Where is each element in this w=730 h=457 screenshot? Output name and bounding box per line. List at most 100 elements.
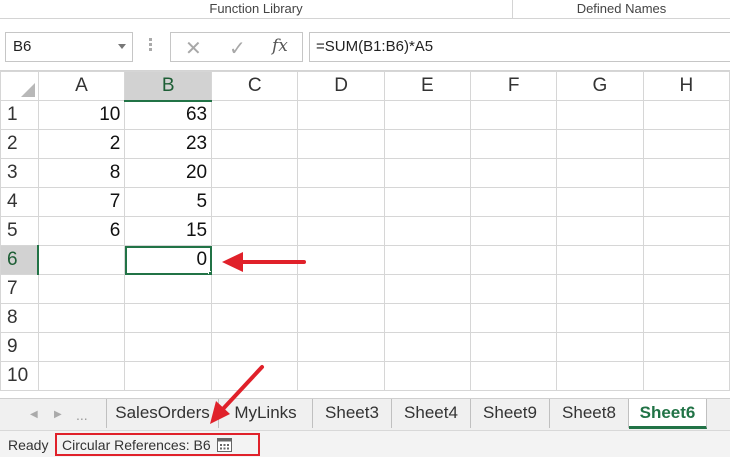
cell[interactable] (470, 303, 558, 333)
cell[interactable] (37, 332, 126, 362)
cell[interactable] (642, 303, 730, 333)
cell[interactable] (297, 158, 385, 188)
cell[interactable] (383, 100, 472, 130)
cell[interactable] (37, 303, 126, 333)
cell[interactable] (383, 274, 472, 304)
cell-b5[interactable]: 15 (124, 216, 213, 246)
insert-function-icon[interactable]: fx (272, 36, 288, 56)
column-header-c[interactable]: C (211, 71, 299, 101)
row-header[interactable]: 7 (0, 274, 39, 304)
active-cell-b6[interactable]: 0 (124, 245, 213, 275)
row-header[interactable]: 5 (0, 216, 39, 246)
cell[interactable] (470, 129, 558, 159)
cell[interactable] (470, 187, 558, 217)
cell[interactable] (556, 129, 644, 159)
row-header[interactable]: 1 (0, 100, 39, 130)
column-header-f[interactable]: F (470, 71, 558, 101)
cell[interactable] (297, 361, 385, 391)
cell-b3[interactable]: 20 (124, 158, 213, 188)
cell[interactable] (124, 332, 213, 362)
cell[interactable] (556, 332, 644, 362)
select-all-corner[interactable] (0, 71, 39, 101)
cell[interactable] (211, 361, 299, 391)
cell[interactable] (556, 361, 644, 391)
fill-handle[interactable] (208, 271, 211, 274)
tab-sheet9[interactable]: Sheet9 (471, 399, 550, 428)
tab-salesorders[interactable]: SalesOrders (106, 399, 219, 428)
cell[interactable] (211, 303, 299, 333)
cell-a5[interactable]: 6 (37, 216, 126, 246)
circular-reference-status[interactable]: Circular References: B6 (55, 433, 260, 456)
cell[interactable] (37, 274, 126, 304)
cell-a2[interactable]: 2 (37, 129, 126, 159)
column-header-b[interactable]: B (124, 71, 213, 102)
tab-sheet3[interactable]: Sheet3 (313, 399, 392, 428)
cell[interactable] (297, 303, 385, 333)
cell[interactable] (124, 361, 213, 391)
cell[interactable] (383, 129, 472, 159)
cell[interactable] (642, 129, 730, 159)
cell[interactable] (211, 158, 299, 188)
cell[interactable] (470, 274, 558, 304)
cell[interactable] (556, 216, 644, 246)
tab-sheet4[interactable]: Sheet4 (392, 399, 471, 428)
cell[interactable] (297, 187, 385, 217)
cell[interactable] (124, 274, 213, 304)
cell[interactable] (642, 361, 730, 391)
cell-a4[interactable]: 7 (37, 187, 126, 217)
cell[interactable] (211, 332, 299, 362)
cell[interactable] (37, 361, 126, 391)
cell[interactable] (556, 100, 644, 130)
column-header-g[interactable]: G (556, 71, 644, 101)
row-header[interactable]: 10 (0, 361, 39, 391)
cell-a3[interactable]: 8 (37, 158, 126, 188)
formula-input[interactable]: =SUM(B1:B6)*A5 (309, 32, 730, 62)
cell-a1[interactable]: 10 (37, 100, 126, 130)
row-header[interactable]: 8 (0, 303, 39, 333)
cell[interactable] (297, 216, 385, 246)
cell[interactable] (642, 187, 730, 217)
cell[interactable] (211, 216, 299, 246)
cell[interactable] (470, 216, 558, 246)
cell[interactable] (470, 245, 558, 275)
cell[interactable] (297, 100, 385, 130)
cell[interactable] (556, 274, 644, 304)
row-header[interactable]: 4 (0, 187, 39, 217)
tab-ellipsis[interactable]: ... (76, 407, 88, 423)
cell[interactable] (470, 332, 558, 362)
column-header-h[interactable]: H (642, 71, 730, 101)
cell[interactable] (642, 245, 730, 275)
cell-b4[interactable]: 5 (124, 187, 213, 217)
cell-b2[interactable]: 23 (124, 129, 213, 159)
cell[interactable] (470, 361, 558, 391)
cell[interactable] (297, 129, 385, 159)
drag-handle-icon[interactable] (149, 38, 152, 52)
tab-sheet6[interactable]: Sheet6 (629, 399, 707, 429)
cell[interactable] (470, 158, 558, 188)
scroll-left-icon[interactable]: ◀ (30, 409, 38, 420)
row-header[interactable]: 2 (0, 129, 39, 159)
cell[interactable] (556, 303, 644, 333)
row-header[interactable]: 3 (0, 158, 39, 188)
cell[interactable] (211, 245, 299, 275)
column-header-d[interactable]: D (297, 71, 385, 101)
cell[interactable] (297, 332, 385, 362)
cell[interactable] (297, 245, 385, 275)
cell[interactable] (211, 100, 299, 130)
cell[interactable] (556, 187, 644, 217)
cancel-icon[interactable]: ✕ (185, 36, 202, 61)
cell[interactable] (383, 361, 472, 391)
cell[interactable] (642, 216, 730, 246)
cell[interactable] (470, 100, 558, 130)
tab-mylinks[interactable]: MyLinks (219, 399, 313, 428)
cell[interactable] (383, 332, 472, 362)
cell[interactable] (211, 274, 299, 304)
cell[interactable] (383, 216, 472, 246)
macro-recording-icon[interactable] (217, 438, 232, 452)
cell[interactable] (383, 187, 472, 217)
column-header-a[interactable]: A (37, 71, 126, 101)
cell[interactable] (642, 332, 730, 362)
cell[interactable] (642, 274, 730, 304)
scroll-right-icon[interactable]: ▶ (54, 409, 62, 420)
row-header-selected[interactable]: 6 (0, 245, 40, 275)
